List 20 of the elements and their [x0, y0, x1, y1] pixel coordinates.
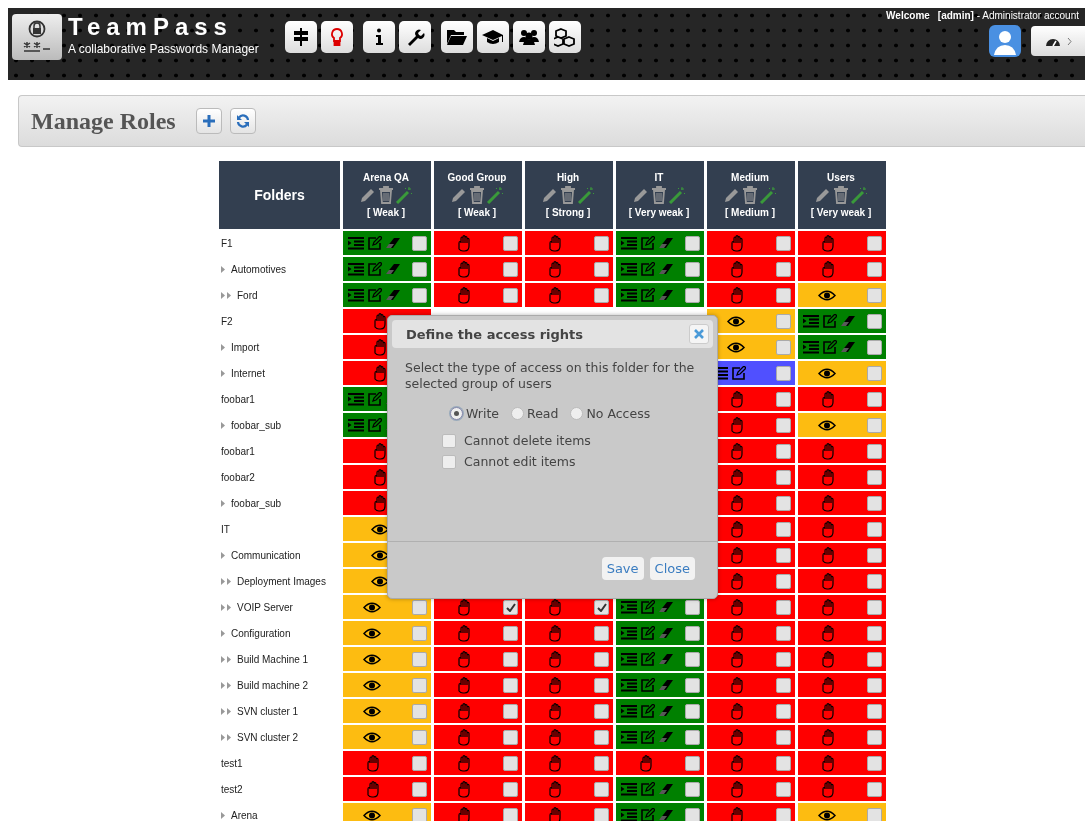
page-title: Manage Roles	[31, 107, 176, 135]
welcome-text: Welcome	[886, 10, 930, 21]
app-title: TeamPass	[68, 14, 234, 40]
user-login: [admin] - Administrator account	[937, 10, 1079, 21]
group-name: IT	[654, 172, 664, 183]
password-strength: [ Weak ]	[457, 207, 497, 218]
dialog-message: Select the type of access on this folder for the selected group of users	[405, 360, 696, 392]
password-strength: [ Very weak ]	[810, 207, 872, 218]
password-strength: [ Weak ]	[366, 207, 406, 218]
column-header: Folders	[219, 161, 340, 229]
password-strength: [ Strong ]	[545, 207, 591, 218]
group-name: Medium	[731, 172, 769, 183]
app-subtitle: A collaborative Passwords Manager	[68, 42, 259, 56]
group-name: High	[556, 172, 580, 183]
dialog-title: Define the access rights	[406, 326, 584, 342]
group-name: Arena QA	[362, 172, 410, 183]
password-strength: [ Very weak ]	[628, 207, 690, 218]
password-strength: [ Medium ]	[725, 207, 775, 218]
group-name: Users	[827, 172, 855, 183]
group-name: Good Group	[447, 172, 507, 183]
